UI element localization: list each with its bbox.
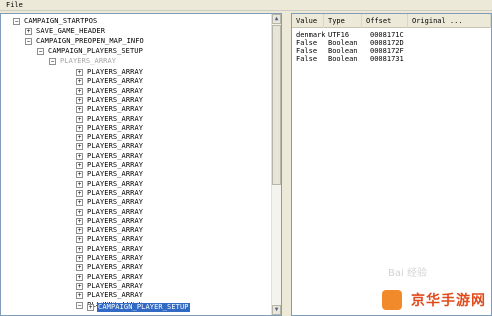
menu-bar: File: [0, 0, 492, 11]
cell-value: False: [296, 39, 318, 47]
column-header-original[interactable]: Original ...: [408, 14, 491, 28]
logo-icon: [382, 290, 402, 310]
expand-icon[interactable]: +: [76, 292, 83, 300]
tree-node-label: PLAYERS_ARRAY: [87, 105, 144, 114]
column-header-offset[interactable]: Offset: [362, 14, 408, 28]
tree-node-label: PLAYERS_ARRAY: [87, 188, 144, 197]
expand-icon[interactable]: +: [76, 96, 83, 104]
cell-type: Boolean: [328, 55, 358, 63]
tree-node-label: PLAYERS_ARRAY: [87, 86, 144, 95]
expand-icon[interactable]: +: [76, 152, 83, 160]
expand-icon[interactable]: +: [76, 199, 83, 207]
expand-icon[interactable]: +: [76, 208, 83, 216]
pane-splitter[interactable]: [283, 13, 291, 316]
tree-node-label: PLAYERS_ARRAY: [87, 216, 144, 225]
tree-scrollbar[interactable]: ▲ ▼: [271, 14, 281, 315]
tree-node-label: CAMPAIGN_PREOPEN_MAP_INFO: [36, 37, 144, 45]
watermark-text: 京华手游网: [411, 293, 486, 309]
tree-node-label: PLAYERS_ARRAY: [87, 95, 144, 104]
watermark-faint: Bai 经验: [388, 268, 427, 279]
collapse-icon[interactable]: −: [25, 38, 32, 45]
expand-icon[interactable]: +: [76, 189, 83, 197]
expand-icon[interactable]: +: [76, 69, 83, 76]
tree-node-label: PLAYERS_ARRAY: [87, 291, 144, 300]
list-row[interactable]: denmark UTF16 0008171C: [292, 31, 491, 39]
expand-icon[interactable]: +: [76, 264, 83, 272]
collapse-icon[interactable]: −: [76, 301, 83, 309]
tree-node-label: PLAYERS_ARRAY: [87, 272, 144, 281]
tree-node-label: PLAYERS_ARRAY: [87, 161, 144, 169]
expand-icon[interactable]: +: [76, 180, 83, 188]
cell-offset: 0008172F: [370, 47, 404, 55]
list-row[interactable]: False Boolean 0008172D: [292, 39, 491, 47]
expand-icon[interactable]: +: [76, 134, 83, 142]
tree-node-label: PLAYERS_ARRAY: [60, 57, 117, 65]
expand-icon[interactable]: +: [76, 227, 83, 235]
tree-node-label: PLAYERS_ARRAY: [87, 179, 144, 188]
column-header-value[interactable]: Value: [292, 14, 324, 28]
cell-type: UTF16: [328, 31, 350, 39]
cell-offset: 0008172D: [370, 39, 404, 47]
menu-file[interactable]: File: [4, 1, 25, 10]
tree-node-label: PLAYERS_ARRAY: [87, 133, 144, 142]
expand-icon[interactable]: +: [76, 282, 83, 290]
scroll-up-icon[interactable]: ▲: [272, 14, 281, 24]
tree-node-label: PLAYERS_ARRAY: [87, 263, 144, 272]
tree-node-label: PLAYERS_ARRAY: [87, 142, 144, 151]
expand-icon[interactable]: +: [76, 106, 83, 114]
list-row[interactable]: False Boolean 0008172F: [292, 47, 491, 55]
cell-value: False: [296, 55, 318, 63]
collapse-icon[interactable]: −: [49, 58, 56, 65]
expand-icon[interactable]: +: [76, 143, 83, 151]
list-header: Value Type Offset Original ...: [292, 14, 491, 28]
cell-type: Boolean: [328, 39, 358, 47]
expand-icon[interactable]: +: [76, 255, 83, 262]
expand-icon[interactable]: +: [76, 217, 83, 225]
tree-node-label: SAVE_GAME_HEADER: [36, 27, 106, 35]
tree-node-label: PLAYERS_ARRAY: [87, 235, 144, 244]
scroll-down-icon[interactable]: ▼: [272, 305, 281, 315]
expand-icon[interactable]: +: [25, 28, 32, 35]
expand-icon[interactable]: +: [76, 87, 83, 95]
expand-icon[interactable]: +: [87, 304, 94, 311]
tree-node-label: PLAYERS_ARRAY: [87, 207, 144, 216]
tree-node-label: CAMPAIGN_PLAYER_SETUP: [96, 302, 191, 313]
cell-value: denmark: [296, 31, 326, 39]
tree-node-label: PLAYERS_ARRAY: [87, 170, 144, 179]
tree-view[interactable]: − CAMPAIGN_STARTPOS + SAVE_GAME_HEADER −…: [0, 13, 282, 316]
scroll-thumb[interactable]: [272, 25, 281, 185]
cell-offset: 00081731: [370, 55, 404, 63]
expand-icon[interactable]: +: [76, 162, 83, 169]
tree-node-label: PLAYERS_ARRAY: [87, 123, 144, 132]
cell-type: Boolean: [328, 47, 358, 55]
tree-node-label: PLAYERS_ARRAY: [87, 226, 144, 235]
expand-icon[interactable]: +: [76, 124, 83, 132]
expand-icon[interactable]: +: [76, 273, 83, 281]
expand-icon[interactable]: +: [76, 78, 83, 86]
column-header-type[interactable]: Type: [324, 14, 362, 28]
cell-offset: 0008171C: [370, 31, 404, 39]
tree-node-label: PLAYERS_ARRAY: [87, 77, 144, 86]
tree-node-label: PLAYERS_ARRAY: [87, 198, 144, 207]
tree-node-label: PLAYERS_ARRAY: [87, 281, 144, 290]
expand-icon[interactable]: +: [76, 236, 83, 244]
list-row[interactable]: False Boolean 00081731: [292, 55, 491, 63]
tree-node-label: PLAYERS_ARRAY: [87, 151, 144, 160]
watermark-logo: 京华手游网: [378, 286, 488, 312]
tree-node-label: PLAYERS_ARRAY: [87, 114, 144, 123]
tree-node-label: PLAYERS_ARRAY: [87, 68, 144, 76]
tree-node-label: CAMPAIGN_PLAYERS_SETUP: [48, 47, 143, 55]
tree-node-label: PLAYERS_ARRAY: [87, 244, 144, 253]
collapse-icon[interactable]: −: [37, 48, 44, 55]
collapse-icon[interactable]: −: [13, 18, 20, 25]
tree-node-label: CAMPAIGN_STARTPOS: [24, 17, 98, 25]
expand-icon[interactable]: +: [76, 115, 83, 123]
tree-node-label: PLAYERS_ARRAY: [87, 254, 144, 262]
expand-icon[interactable]: +: [76, 245, 83, 253]
expand-icon[interactable]: +: [76, 171, 83, 179]
cell-value: False: [296, 47, 318, 55]
